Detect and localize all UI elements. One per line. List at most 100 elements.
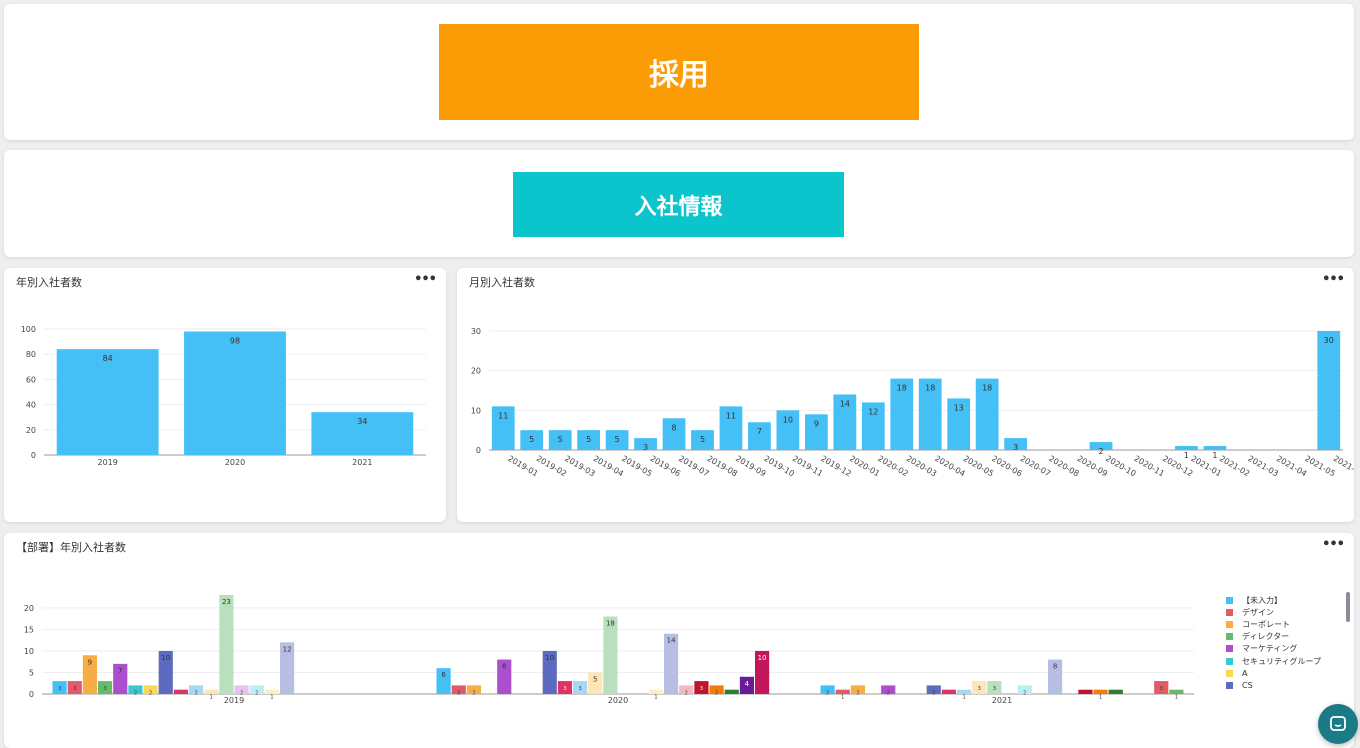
legend-item[interactable]: セキュリティグループ: [1222, 655, 1332, 667]
x-tick-label: 2020-06: [990, 454, 1023, 479]
data-label: 9: [88, 658, 92, 666]
bar: [204, 689, 219, 694]
data-label: 3: [993, 686, 996, 692]
data-label: 12: [868, 407, 878, 416]
legend-label: デザイン: [1242, 607, 1274, 617]
data-label: 30: [1324, 336, 1334, 345]
dept-chart-title: 【部署】年別入社者数: [16, 541, 126, 554]
x-tick-label: 2020: [608, 696, 628, 705]
data-label: 1: [1175, 695, 1178, 701]
x-tick-label: 2021: [352, 458, 372, 467]
page-title: 採用: [649, 58, 709, 93]
legend-label: マーケティング: [1242, 644, 1298, 654]
bar: [219, 595, 234, 694]
data-label: 7: [118, 667, 122, 675]
monthly-chart-menu-icon[interactable]: •••: [1322, 272, 1345, 287]
y-tick-label: 5: [29, 668, 34, 677]
dept-chart-menu-icon[interactable]: •••: [1322, 537, 1345, 552]
bar: [173, 689, 188, 694]
bar: [648, 689, 663, 694]
data-label: 10: [758, 654, 767, 662]
data-label: 6: [441, 671, 446, 679]
data-label: 2: [1098, 447, 1103, 456]
x-tick-label: 2020-08: [1047, 454, 1080, 479]
section-title-banner: 入社情報: [513, 172, 844, 237]
x-tick-label: 2019-12: [819, 454, 852, 479]
bar: [941, 689, 956, 694]
data-label: 13: [954, 403, 964, 412]
legend-label: PMM: [1242, 693, 1261, 694]
data-label: 18: [606, 620, 615, 628]
data-label: 1: [730, 695, 733, 701]
x-tick-label: 2019-05: [620, 454, 653, 479]
data-label: 18: [982, 384, 992, 393]
data-label: 2: [856, 690, 859, 696]
legend-item[interactable]: コーポレート: [1222, 618, 1332, 630]
x-tick-label: 2019-06: [649, 454, 682, 479]
legend-label: コーポレート: [1242, 619, 1290, 629]
x-tick-label: 2021-05: [1303, 454, 1336, 479]
x-tick-label: 2021-06: [1332, 454, 1354, 479]
data-label: 2: [826, 690, 829, 696]
data-label: 1: [947, 695, 950, 701]
bar: [1108, 689, 1123, 694]
data-label: 5: [615, 435, 620, 444]
y-tick-label: 20: [26, 426, 36, 435]
data-label: 1: [1184, 451, 1189, 460]
header-card: 採用: [4, 4, 1354, 140]
yearly-chart-title: 年別入社者数: [16, 276, 82, 289]
legend-item[interactable]: PMM: [1222, 692, 1332, 694]
x-tick-label: 2019-11: [791, 454, 824, 479]
y-tick-label: 20: [471, 367, 481, 376]
x-tick-label: 2021: [992, 696, 1012, 705]
x-tick-label: 2020-12: [1161, 454, 1194, 479]
data-label: 18: [925, 384, 935, 393]
x-tick-label: 2019-03: [563, 454, 596, 479]
legend-item[interactable]: デザイン: [1222, 606, 1332, 618]
legend-label: ディレクター: [1242, 632, 1290, 642]
data-label: 5: [529, 435, 534, 444]
yearly-chart-menu-icon[interactable]: •••: [414, 272, 437, 287]
data-label: 9: [814, 419, 819, 428]
data-label: 1: [179, 695, 182, 701]
x-tick-label: 2020-01: [848, 454, 881, 479]
legend-swatch: [1226, 620, 1233, 628]
y-tick-label: 0: [29, 690, 34, 699]
bar: [1317, 331, 1341, 450]
data-label: 8: [671, 423, 676, 432]
data-label: 8: [1053, 663, 1057, 671]
legend-item[interactable]: CS: [1222, 679, 1332, 691]
data-label: 2: [715, 690, 718, 696]
data-label: 10: [545, 654, 554, 662]
bar: [184, 331, 286, 455]
data-label: 23: [222, 598, 231, 606]
x-tick-label: 2019-01: [506, 454, 539, 479]
x-tick-label: 2019: [224, 696, 244, 705]
legend-swatch: [1226, 657, 1233, 665]
bar: [957, 689, 972, 694]
data-label: 18: [897, 384, 907, 393]
data-label: 2: [457, 690, 460, 696]
data-label: 2: [255, 690, 258, 696]
legend-item[interactable]: 【未入力】: [1222, 594, 1332, 606]
data-label: 1: [270, 695, 273, 701]
bar: [1169, 689, 1184, 694]
legend-scrollbar[interactable]: [1346, 592, 1350, 622]
legend-swatch: [1226, 633, 1233, 641]
bar: [1093, 689, 1108, 694]
legend-item[interactable]: ディレクター: [1222, 631, 1332, 643]
legend-item[interactable]: マーケティング: [1222, 643, 1332, 655]
data-label: 5: [593, 675, 597, 683]
x-tick-label: 2021-01: [1189, 454, 1222, 479]
data-label: 4: [745, 680, 750, 688]
data-label: 3: [643, 443, 648, 452]
legend-item[interactable]: A: [1222, 667, 1332, 679]
data-label: 5: [558, 435, 563, 444]
bar: [56, 349, 159, 455]
data-label: 11: [498, 411, 508, 420]
chat-button[interactable]: [1318, 704, 1358, 744]
legend-swatch: [1226, 669, 1233, 677]
x-tick-label: 2019-04: [592, 454, 625, 479]
bar: [1203, 446, 1227, 450]
bar: [1175, 446, 1198, 450]
